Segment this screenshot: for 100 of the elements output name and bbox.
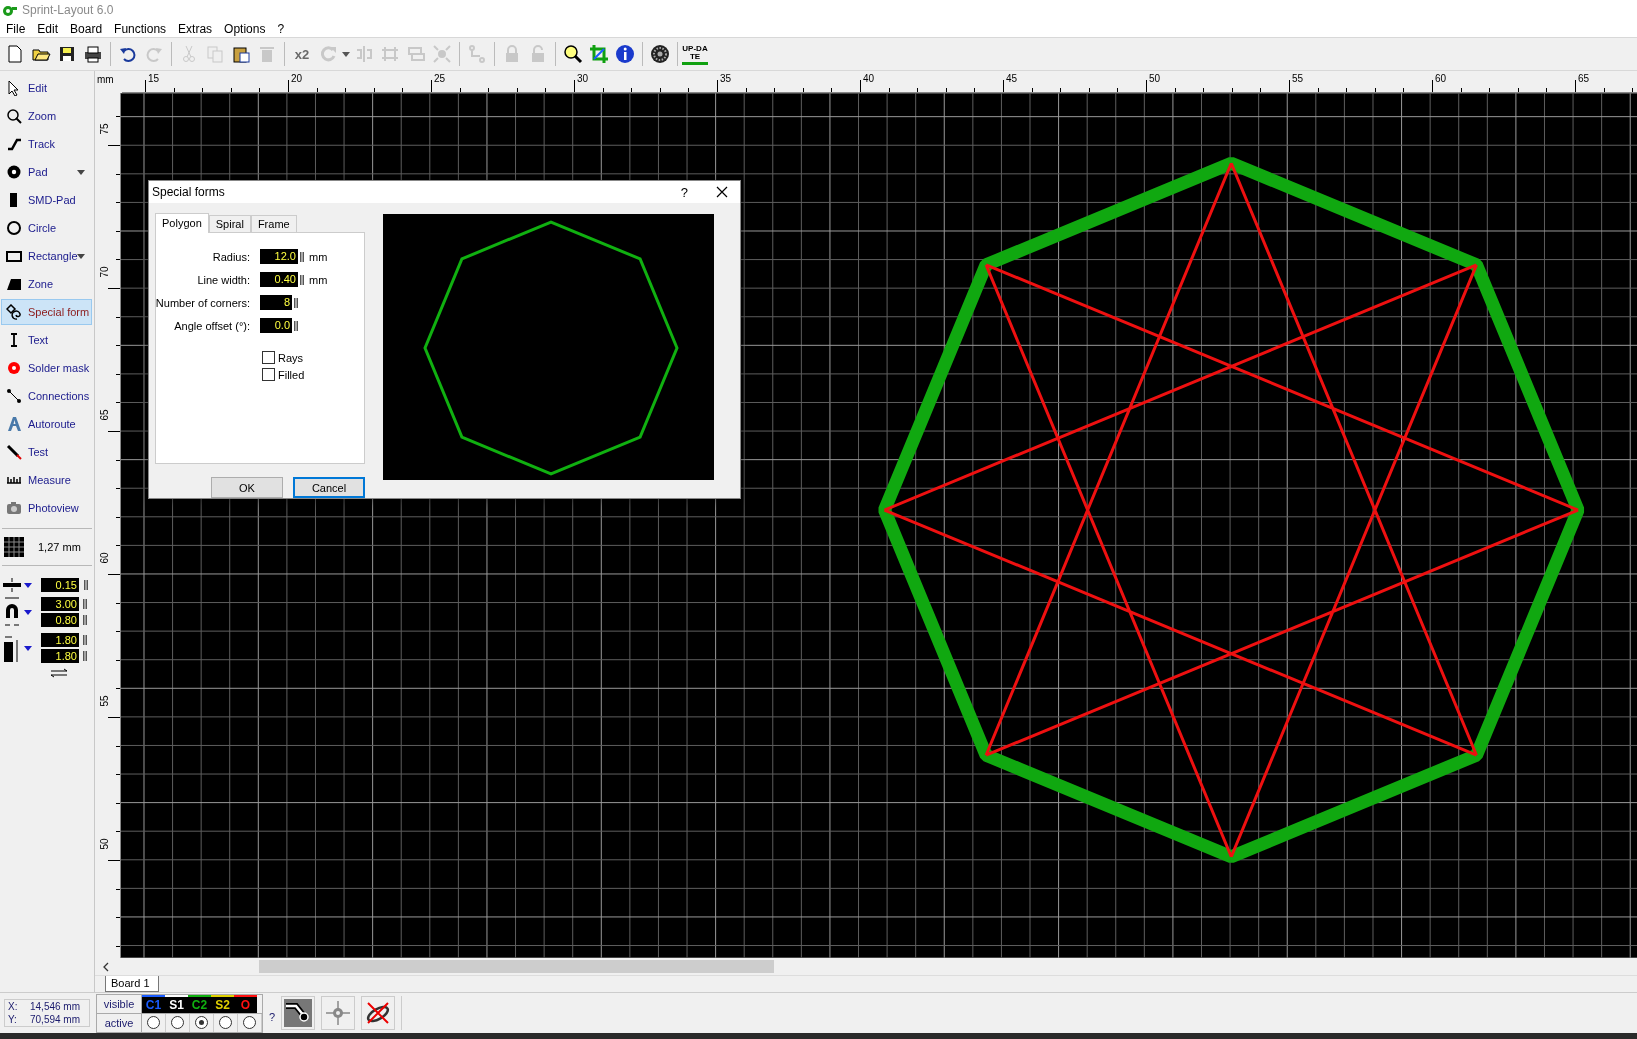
connect-icon: [6, 388, 22, 404]
x-label: X:: [8, 1001, 19, 1012]
pad-inner-field[interactable]: 0.80: [41, 613, 79, 627]
special-icon: [6, 304, 22, 320]
layer-toggle[interactable]: C1: [142, 994, 165, 1013]
layer-toggle[interactable]: S2: [211, 994, 234, 1013]
ruler-label: 35: [720, 73, 732, 84]
ruler-label: 50: [1149, 73, 1161, 84]
ruler-label: 45: [1006, 73, 1018, 84]
ruler-label: 65: [99, 408, 111, 423]
track-mode-button[interactable]: [281, 996, 316, 1030]
dialog-tab[interactable]: Polygon: [155, 213, 209, 233]
dialog-title: Special forms: [152, 185, 226, 199]
layer-toggle[interactable]: O: [234, 994, 257, 1013]
layer-radio[interactable]: [219, 1016, 232, 1029]
tool-item[interactable]: SMD-Pad: [1, 187, 92, 213]
scroll-left-icon[interactable]: [103, 961, 109, 972]
number-field[interactable]: 0.0: [260, 318, 292, 333]
layer-radio[interactable]: [243, 1016, 256, 1029]
ruler-label: 50: [99, 837, 111, 852]
rect-icon: [6, 248, 22, 264]
smd-height-field[interactable]: 1.80: [41, 649, 79, 663]
ruler-label: 55: [99, 694, 111, 709]
menu-item[interactable]: Functions: [114, 21, 174, 36]
ruler-label: 65: [1578, 73, 1590, 84]
close-icon[interactable]: [716, 186, 728, 198]
update-button[interactable]: UP-DATE: [682, 43, 708, 65]
tool-item[interactable]: Rectangle: [1, 243, 92, 269]
menu-item[interactable]: File: [6, 21, 33, 36]
unit-label: mm: [309, 250, 328, 263]
number-field[interactable]: 12.0: [260, 249, 298, 264]
layer-toggle[interactable]: C2: [188, 994, 211, 1013]
number-field[interactable]: 0.40: [260, 272, 298, 287]
field-label: Angle offset (°):: [173, 319, 251, 332]
ruler-label: 25: [434, 73, 446, 84]
field-label: Number of corners:: [154, 296, 251, 309]
menu-item[interactable]: ?: [277, 21, 292, 36]
tool-item[interactable]: Track: [1, 131, 92, 157]
menu-item[interactable]: Edit: [37, 21, 66, 36]
help-text[interactable]: ?: [269, 1011, 276, 1023]
search-icon: [563, 44, 583, 64]
spin-icon[interactable]: [294, 297, 298, 308]
tool-item[interactable]: Autoroute: [1, 411, 92, 437]
help-button[interactable]: ?: [680, 184, 688, 200]
checkbox[interactable]: [262, 351, 275, 364]
spin-icon[interactable]: [300, 251, 304, 262]
checkbox-label: Rays: [278, 351, 304, 364]
crosshair-button[interactable]: [321, 996, 356, 1030]
tool-item[interactable]: Pad: [1, 159, 92, 185]
tool-item[interactable]: Special form: [1, 299, 92, 325]
caret-icon[interactable]: [24, 582, 32, 588]
ok-button[interactable]: OK: [211, 477, 283, 498]
tool-item[interactable]: Solder mask: [1, 355, 92, 381]
stacked-boxes-icon: [406, 44, 426, 64]
tool-item[interactable]: Text: [1, 327, 92, 353]
autoroute-icon: [6, 416, 22, 432]
track-width-field[interactable]: 0.15: [41, 578, 79, 592]
layer-radio[interactable]: [171, 1016, 184, 1029]
smd-width-field[interactable]: 1.80: [41, 633, 79, 647]
rubberband-off-button[interactable]: [361, 996, 396, 1030]
pad-outer-field[interactable]: 3.00: [41, 597, 79, 611]
menu-item[interactable]: Extras: [178, 21, 220, 36]
board-tab[interactable]: Board 1: [105, 976, 159, 992]
cancel-button[interactable]: Cancel: [293, 477, 365, 498]
info-icon: [615, 44, 635, 64]
mask-icon: [6, 360, 22, 376]
tool-item[interactable]: Edit: [1, 75, 92, 101]
menu-item[interactable]: Board: [70, 21, 110, 36]
circle-icon: [6, 220, 22, 236]
printer-icon: [83, 44, 103, 64]
y-coordinate: 70,594 mm: [30, 1014, 81, 1025]
number-field[interactable]: 8: [260, 295, 292, 310]
crop-icon: [589, 44, 609, 64]
scrollbar-thumb[interactable]: [259, 960, 774, 973]
spin-icon[interactable]: [300, 274, 304, 285]
menu-item[interactable]: Options: [224, 21, 273, 36]
dialog-tab[interactable]: Spiral: [208, 215, 251, 232]
caret-icon[interactable]: [24, 645, 32, 651]
copy-icon: [205, 44, 225, 64]
checkbox[interactable]: [262, 368, 275, 381]
tool-item[interactable]: Circle: [1, 215, 92, 241]
caret-icon[interactable]: [24, 609, 32, 615]
tool-item[interactable]: Test: [1, 439, 92, 465]
tool-item[interactable]: Measure: [1, 467, 92, 493]
tool-item[interactable]: Zone: [1, 271, 92, 297]
layer-toggle[interactable]: S1: [165, 994, 188, 1013]
dialog-tab[interactable]: Frame: [250, 215, 297, 232]
tool-item[interactable]: Photoview: [1, 495, 92, 521]
layer-radio[interactable]: [195, 1016, 208, 1029]
y-label: Y:: [8, 1014, 18, 1025]
swap-icon[interactable]: [49, 668, 69, 678]
tool-item[interactable]: Connections: [1, 383, 92, 409]
ruler-label: 70: [99, 265, 111, 280]
tool-item[interactable]: Zoom: [1, 103, 92, 129]
ruler-label: 20: [291, 73, 303, 84]
mirror-icon: [354, 44, 374, 64]
floppy-icon: [57, 44, 77, 64]
spin-icon[interactable]: [294, 320, 298, 331]
grid-icon[interactable]: [4, 537, 24, 557]
layer-radio[interactable]: [147, 1016, 160, 1029]
